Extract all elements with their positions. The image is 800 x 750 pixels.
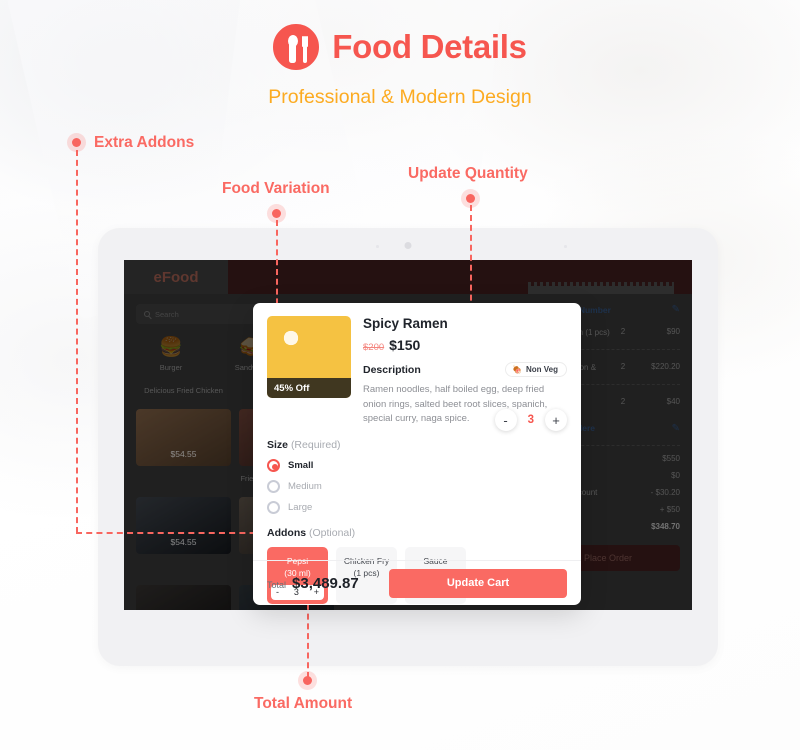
size-option-small[interactable]: Small — [267, 459, 567, 473]
search-placeholder: Search — [155, 309, 179, 319]
product-card[interactable]: $54.55 — [136, 562, 231, 610]
page-title: Food Details — [332, 28, 527, 65]
size-required-hint: (Required) — [290, 439, 341, 452]
cart-item-qty: 2 — [620, 397, 626, 407]
status-badge: 🍖 Non Veg — [505, 362, 567, 377]
total-group: Total $3,489.87 — [267, 575, 359, 592]
annotation-label-update-quantity: Update Quantity — [408, 165, 528, 182]
modal-footer: Total $3,489.87 Update Cart — [253, 560, 581, 605]
size-option-large[interactable]: Large — [267, 501, 567, 515]
tablet-sensor-right-icon — [564, 245, 567, 248]
cart-item-price: $90 — [666, 327, 680, 336]
cart-item-price: $40 — [666, 397, 680, 407]
summary-value: $0 — [671, 470, 680, 480]
burger-icon: 🍔 — [159, 337, 183, 358]
product-card[interactable]: $54.55 — [136, 474, 231, 554]
quantity-decrement-button[interactable]: - — [494, 409, 517, 431]
size-option-medium[interactable]: Medium — [267, 480, 567, 494]
food-name: Spicy Ramen — [363, 316, 448, 331]
food-image: 45% Off — [267, 316, 351, 398]
addons-label: Addons — [267, 527, 307, 540]
cart-item-price: $220.20 — [651, 362, 680, 372]
food-details-modal: 45% Off Spicy Ramen $200 $150 Descriptio… — [253, 303, 581, 605]
meat-icon: 🍖 — [512, 365, 522, 374]
quantity-increment-button[interactable]: + — [545, 409, 567, 431]
size-section-header: Size (Required) — [267, 439, 567, 451]
summary-value: $550 — [662, 453, 680, 463]
product-image: $54.55 — [136, 585, 231, 610]
page-header: Food Details Professional & Modern Desig… — [0, 24, 800, 109]
annotation-dot-food-variation — [267, 204, 286, 223]
quantity-value: 3 — [527, 414, 534, 426]
search-icon — [144, 311, 150, 317]
size-option-label: Small — [288, 460, 314, 472]
title-row: Food Details — [0, 24, 800, 70]
pencil-icon[interactable]: ✎ — [672, 304, 680, 315]
product-name — [136, 474, 231, 494]
annotation-label-extra-addons: Extra Addons — [94, 134, 195, 151]
receipt-strip — [528, 282, 674, 296]
quantity-stepper[interactable]: - 3 + — [494, 409, 567, 431]
annotation-line-extra-addons-horizontal — [76, 532, 276, 534]
update-cart-button[interactable]: Update Cart — [389, 568, 567, 598]
summary-value: - $30.20 — [650, 487, 680, 497]
product-card[interactable]: Delicious Fried Chicken $54.55 — [136, 386, 231, 466]
cart-item-qty: 2 — [620, 327, 626, 336]
pencil-icon[interactable]: ✎ — [672, 423, 680, 434]
product-price: $54.55 — [170, 537, 197, 547]
annotation-label-total-amount: Total Amount — [254, 695, 353, 712]
summary-value: $348.70 — [651, 521, 680, 531]
pos-brand-box: eFood — [124, 260, 228, 294]
annotation-dot-total-amount — [298, 671, 317, 690]
size-option-label: Large — [288, 502, 313, 514]
product-image: $54.55 — [136, 409, 231, 466]
new-price: $150 — [389, 337, 421, 353]
category-burger[interactable]: 🍔 Burger — [146, 338, 196, 372]
total-label: Total — [267, 579, 287, 590]
pos-topbar-rest — [228, 260, 692, 296]
annotation-dot-update-quantity — [461, 189, 480, 208]
non-veg-label: Non Veg — [525, 365, 558, 374]
radio-icon[interactable] — [267, 480, 280, 494]
annotation-dot-extra-addons — [67, 133, 86, 152]
cart-item-qty: 2 — [620, 362, 626, 372]
tablet-camera-icon — [404, 242, 412, 249]
discount-badge: 45% Off — [267, 378, 351, 398]
category-label: Burger — [159, 363, 183, 372]
pos-brand-logo: eFood — [153, 268, 199, 286]
product-image: $54.55 — [136, 497, 231, 554]
radio-icon[interactable] — [267, 501, 280, 515]
description-header-row: Description 🍖 Non Veg — [363, 362, 567, 377]
addons-optional-hint: (Optional) — [309, 527, 356, 540]
price-row: $200 $150 — [363, 337, 567, 353]
total-value: $3,489.87 — [292, 574, 359, 592]
addons-section-header: Addons (Optional) — [267, 527, 567, 539]
product-name — [136, 562, 231, 582]
product-name: Delicious Fried Chicken — [144, 386, 223, 395]
spoon-fork-circle-icon — [273, 24, 320, 70]
size-label: Size — [267, 439, 289, 452]
old-price: $200 — [363, 342, 385, 353]
annotation-line-extra-addons-vertical — [76, 150, 78, 533]
radio-icon[interactable] — [267, 459, 280, 473]
page-subtitle: Professional & Modern Design — [268, 86, 532, 108]
description-label: Description — [363, 363, 421, 376]
summary-value: + $50 — [659, 504, 680, 514]
size-option-label: Medium — [288, 481, 322, 493]
modal-body: 45% Off Spicy Ramen $200 $150 Descriptio… — [253, 303, 581, 604]
annotation-label-food-variation: Food Variation — [222, 180, 330, 197]
pos-topbar: eFood — [124, 260, 692, 296]
product-price: $54.55 — [170, 449, 197, 459]
tablet-sensor-left-icon — [376, 245, 379, 248]
